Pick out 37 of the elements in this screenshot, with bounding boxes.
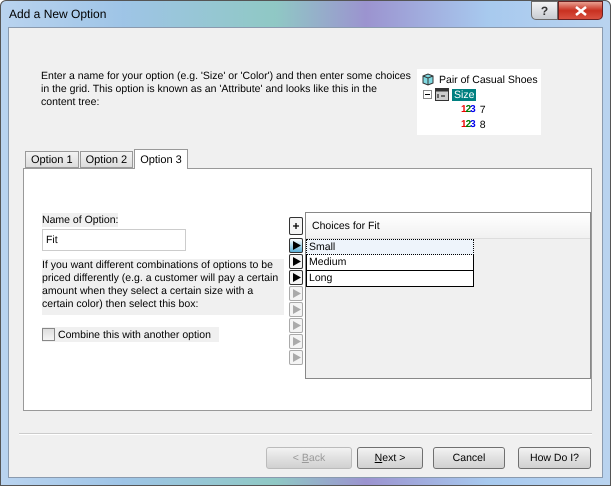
table-cell[interactable]: Long [306,271,474,287]
dialog-button[interactable]: How Do I? [518,447,591,469]
field-label: Name of Option: [42,213,118,227]
tab[interactable]: Option 3 [134,149,188,169]
window-title: Add a New Option [8,7,106,21]
tree-item[interactable]: 7 [478,104,488,116]
row-marker-button[interactable] [289,238,303,253]
row-marker-button[interactable] [289,318,303,333]
collapse-icon[interactable] [423,90,432,99]
description-text: If you want different combinations of options to be priced differently (e.g. a customer will pay a certain amount when they select a certain size with a certain color) then select this box: [42,259,284,315]
close-icon [574,6,586,16]
row-marker-button[interactable] [289,350,303,365]
tree-item[interactable]: Pair of Casual Shoes [437,74,540,86]
row-marker-button[interactable] [289,334,303,349]
row-marker-button[interactable] [289,286,303,301]
list-icon [435,88,449,101]
tab[interactable]: Option 1 [25,151,79,168]
checkbox[interactable] [42,328,55,341]
name-field[interactable]: Fit [42,229,186,251]
close-button[interactable] [558,1,603,20]
dialog-button[interactable]: Cancel [433,447,505,469]
number-icon: 123 [461,104,475,115]
row-marker-button[interactable] [289,254,303,269]
tree-item[interactable]: Size [452,88,476,100]
dialog-button[interactable]: Next > [357,447,423,469]
box-icon [421,73,434,86]
column-header: Choices for Fit [306,213,590,239]
row-marker-button[interactable] [289,302,303,317]
help-button[interactable]: ? [531,1,558,20]
tree-item[interactable]: 8 [478,118,488,130]
tab[interactable]: Option 2 [80,151,134,168]
table-cell[interactable]: Small [306,239,474,255]
intro-text: Enter a name for your option (e.g. 'Size' or 'Color') and then enter some choices in the grid. This option is known as an 'Attribute' and looks like this in the content tree: [41,70,412,110]
number-icon: 123 [461,119,475,130]
table-cell[interactable]: Medium [306,255,474,271]
row-marker-button[interactable] [289,270,303,285]
add-row-button[interactable]: + [289,217,303,235]
